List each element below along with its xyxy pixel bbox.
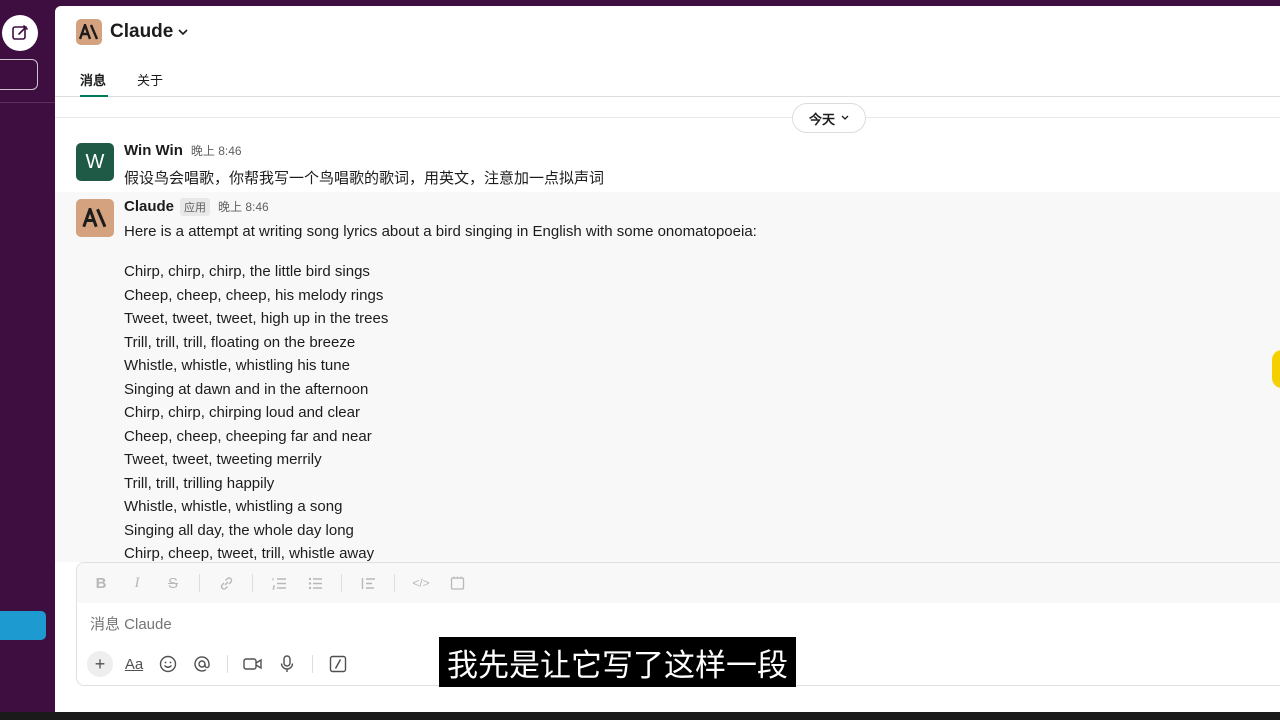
video-icon — [243, 658, 262, 670]
compose-icon — [12, 25, 28, 40]
tab-messages[interactable]: 消息 — [80, 70, 106, 89]
microphone-button[interactable] — [274, 651, 300, 677]
video-subtitle: 我先是让它写了这样一段 — [439, 637, 796, 687]
lyric-line: Tweet, tweet, tweet, high up in the tree… — [124, 310, 389, 327]
cursor-highlight-marker — [1272, 350, 1280, 388]
sidebar-divider — [0, 102, 55, 103]
message-text: Here is a attempt at writing song lyrics… — [124, 223, 757, 240]
workspace-sidebar — [0, 0, 55, 720]
mention-button[interactable] — [189, 651, 215, 677]
format-toggle-button[interactable]: Aa — [121, 651, 147, 677]
ordered-list-icon — [271, 577, 286, 589]
lyric-line: Cheep, cheep, cheeping far and near — [124, 427, 372, 445]
message-item: W Win Win 晚上 8:46 假设鸟会唱歌，你帮我写一个鸟唱歌的歌词，用英… — [55, 138, 1280, 190]
toolbar-divider — [341, 574, 342, 592]
sender-name[interactable]: Claude — [124, 198, 174, 215]
toolbar-divider — [394, 574, 395, 592]
message-time[interactable]: 晚上 8:46 — [191, 142, 242, 159]
italic-button[interactable]: I — [127, 573, 147, 593]
window-bottom-bar — [0, 712, 1280, 720]
emoji-icon — [159, 655, 177, 673]
date-divider-label: 今天 — [808, 111, 835, 127]
tab-about[interactable]: 关于 — [137, 70, 163, 89]
code-button[interactable]: </> — [411, 573, 431, 593]
bullet-list-button[interactable] — [305, 573, 325, 593]
message-text: 假设鸟会唱歌，你帮我写一个鸟唱歌的歌词，用英文，注意加一点拟声词 — [124, 170, 605, 187]
video-button[interactable] — [240, 651, 266, 677]
lyric-line: Singing at dawn and in the afternoon — [124, 380, 369, 398]
claude-logo-icon — [76, 19, 102, 45]
blockquote-icon — [361, 577, 375, 589]
bullet-list-icon — [308, 577, 322, 589]
message-time[interactable]: 晚上 8:46 — [218, 198, 269, 215]
slash-command-icon — [329, 655, 347, 673]
message-item: Claude 应用 晚上 8:46 Here is a attempt at w… — [55, 192, 1280, 562]
ordered-list-button[interactable] — [269, 573, 289, 593]
date-divider-line — [55, 117, 1280, 118]
link-icon — [220, 576, 232, 590]
app-badge: 应用 — [180, 198, 211, 216]
attach-button[interactable]: + — [87, 651, 113, 677]
lyric-line: Whistle, whistle, whistling a song — [124, 498, 343, 515]
microphone-icon — [280, 655, 294, 672]
sidebar-search-box[interactable] — [0, 59, 38, 90]
bold-button[interactable]: B — [91, 573, 111, 593]
lyric-line: Whistle, whistle, whistling his tune — [124, 357, 350, 374]
link-button[interactable] — [216, 573, 236, 593]
lyric-line: Trill, trill, trill, floating on the bre… — [124, 333, 356, 351]
avatar[interactable] — [76, 199, 114, 237]
mention-icon — [194, 656, 210, 672]
toolbar-divider — [227, 655, 228, 673]
formatting-toolbar: B I S </> — [77, 563, 1280, 603]
chevron-down-icon[interactable] — [178, 28, 188, 36]
lyric-line: Tweet, tweet, tweeting merrily — [124, 451, 322, 468]
channel-header: Claude — [55, 6, 1280, 58]
lyric-line: Chirp, chirp, chirping loud and clear — [124, 404, 360, 421]
code-block-icon — [450, 576, 464, 590]
channel-title[interactable]: Claude — [110, 21, 173, 43]
slash-command-button[interactable] — [325, 651, 351, 677]
toolbar-divider — [199, 574, 200, 592]
compose-button[interactable] — [2, 15, 38, 51]
emoji-button[interactable] — [155, 651, 181, 677]
strikethrough-button[interactable]: S — [163, 573, 183, 593]
composer-actions: + Aa — [87, 651, 359, 677]
chevron-down-icon — [841, 115, 849, 120]
blockquote-button[interactable] — [358, 573, 378, 593]
lyric-line: Trill, trill, trilling happily — [124, 474, 275, 492]
lyric-line: Singing all day, the whole day long — [124, 521, 354, 539]
toolbar-divider — [312, 655, 313, 673]
toolbar-divider — [252, 574, 253, 592]
message-header: Claude 应用 晚上 8:46 — [124, 198, 269, 216]
code-block-button[interactable] — [447, 573, 467, 593]
channel-tabs: 消息 关于 — [55, 58, 1280, 97]
avatar[interactable]: W — [76, 143, 114, 181]
message-header: Win Win 晚上 8:46 — [124, 142, 242, 159]
claude-logo-icon — [82, 208, 107, 228]
lyric-line: Cheep, cheep, cheep, his melody rings — [124, 286, 384, 304]
bilibili-watermark: bilibili — [1165, 654, 1263, 689]
date-divider-button[interactable]: 今天 — [792, 103, 866, 133]
sidebar-item-active[interactable] — [0, 611, 46, 640]
main-panel: Claude 消息 关于 今天 W Win Win 晚上 8:46 假设鸟会唱歌… — [55, 6, 1280, 712]
lyric-line: Chirp, chirp, chirp, the little bird sin… — [124, 263, 370, 280]
lyrics-block: Chirp, chirp, chirp, the little bird sin… — [124, 260, 388, 566]
active-tab-indicator — [80, 95, 108, 97]
sender-name[interactable]: Win Win — [124, 142, 183, 159]
message-input[interactable] — [90, 616, 690, 633]
